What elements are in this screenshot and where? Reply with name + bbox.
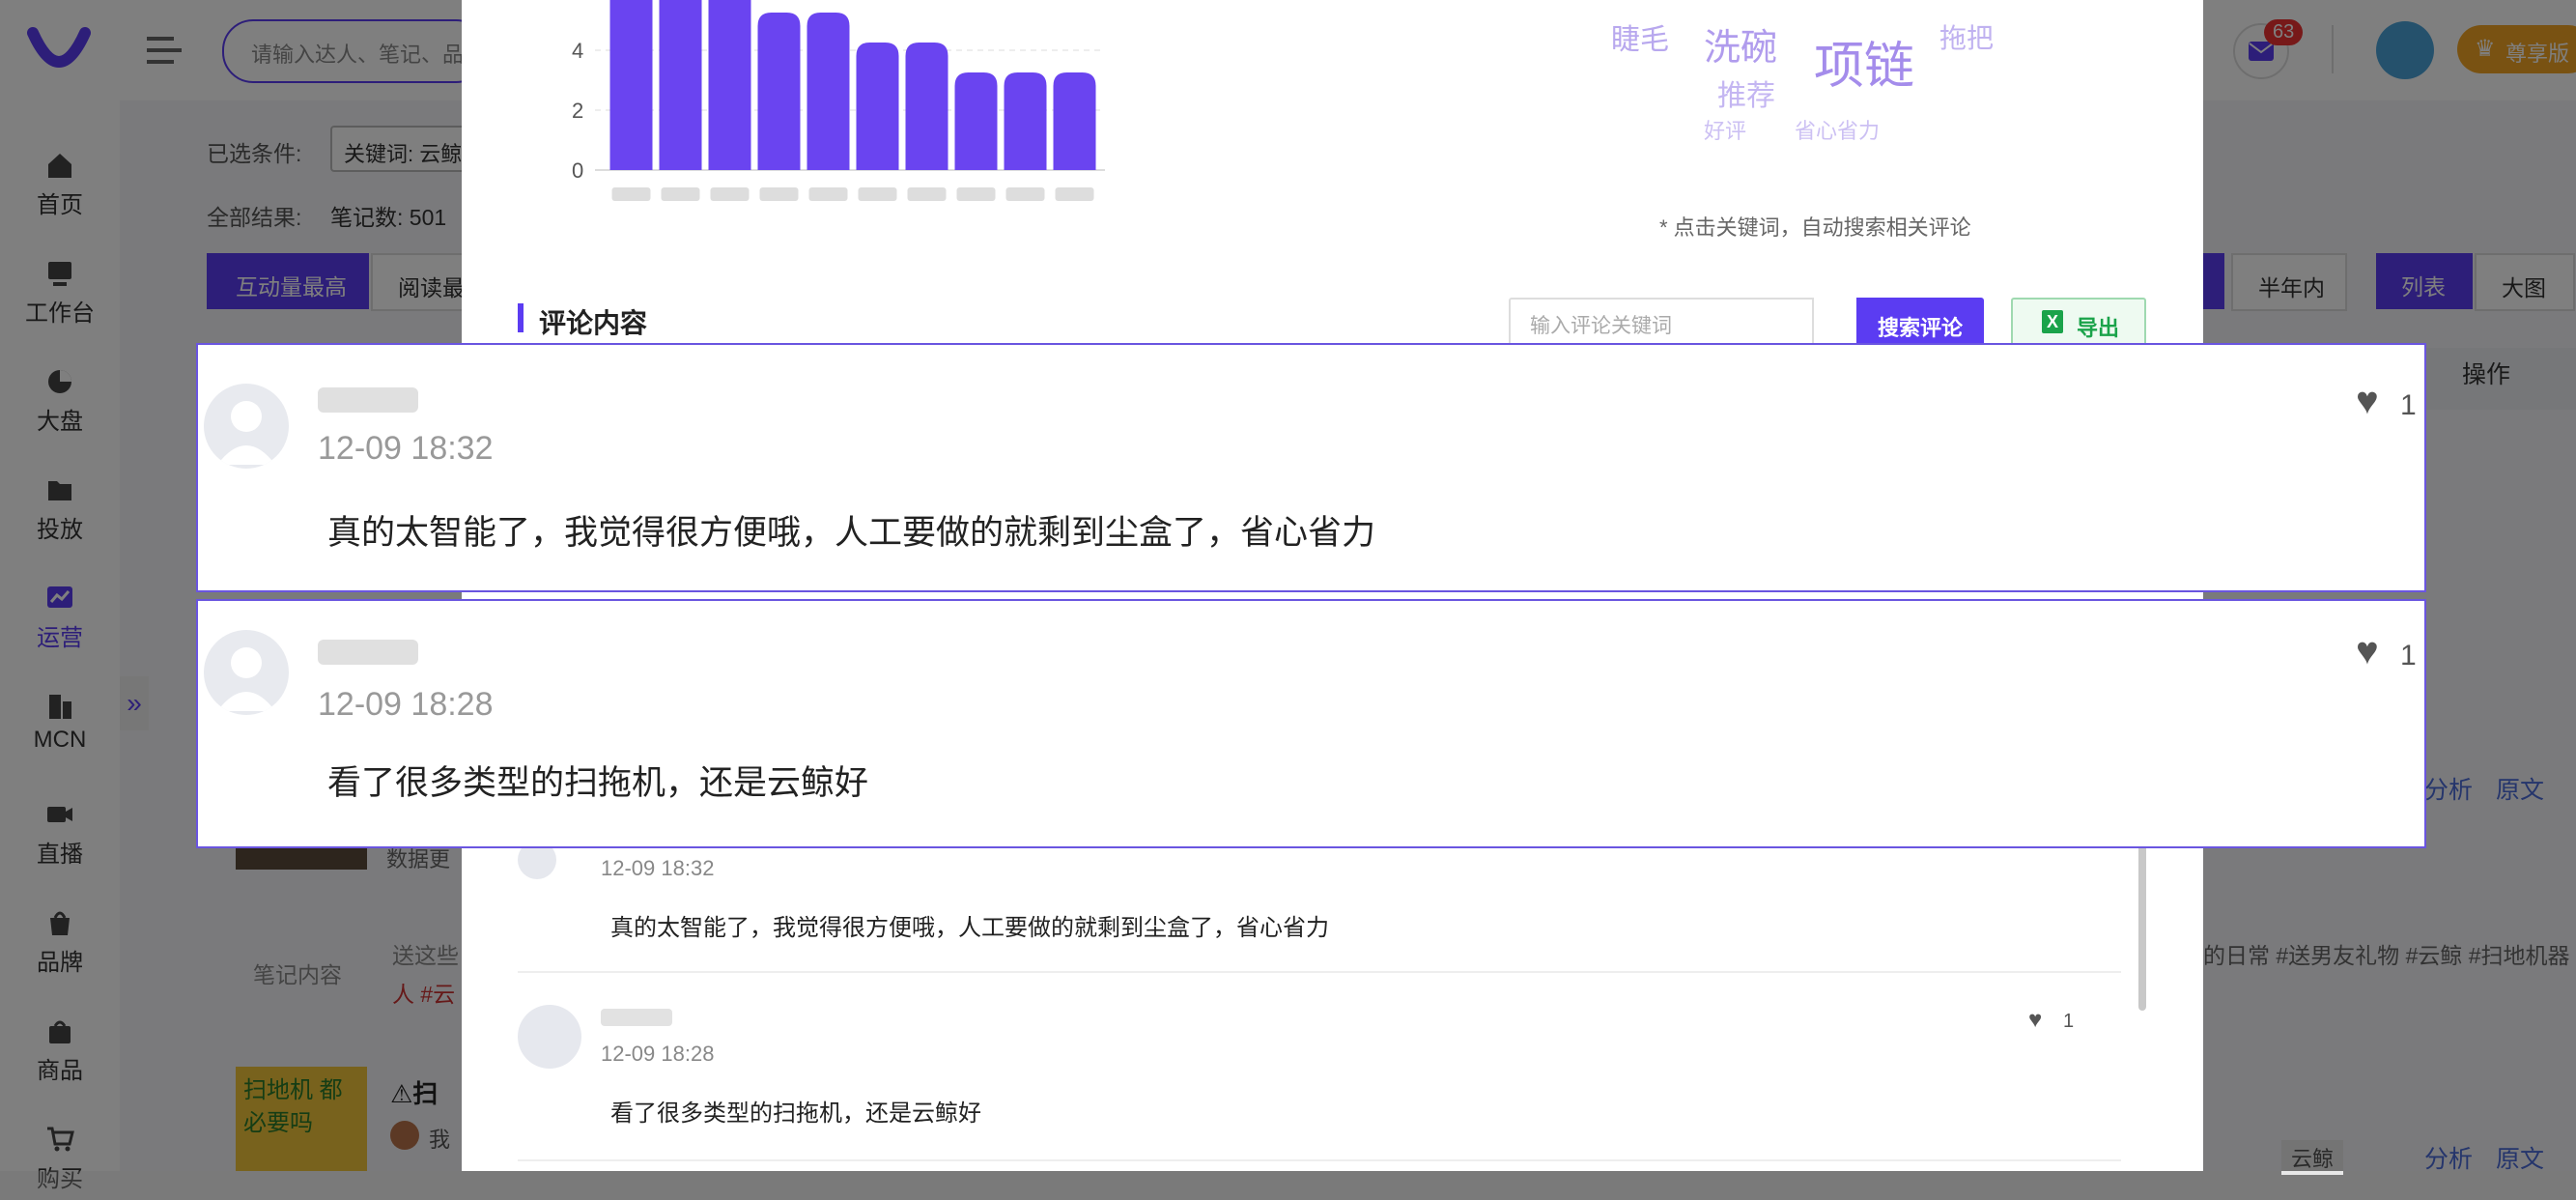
commenter-name-blurred — [601, 1009, 672, 1026]
commenter-avatar — [518, 1005, 581, 1069]
excel-icon: X — [2042, 310, 2063, 333]
comment-scrollbar[interactable] — [2138, 841, 2146, 1011]
comment-search-placeholder: 输入评论关键词 — [1530, 315, 1672, 337]
chart-y-tick-label: 4 — [572, 39, 583, 63]
section-title-bar — [518, 303, 524, 332]
comment-text: 真的太智能了，我觉得很方便哦，人工要做的就剩到尘盒了，省心省力 — [327, 514, 1376, 552]
default-user-icon — [217, 401, 275, 465]
chart-x-label-blurred — [1005, 187, 1045, 201]
like-count: 1 — [2063, 1011, 2075, 1032]
word-cloud-word[interactable]: 拖把 — [1939, 17, 1994, 56]
comment-time: 12-09 18:28 — [318, 686, 494, 723]
chart-x-label-blurred — [611, 187, 651, 201]
commenter-name-blurred — [318, 387, 418, 413]
chart-bar[interactable] — [807, 13, 850, 170]
chart-x-label-blurred — [907, 187, 947, 201]
comment-time: 12-09 18:32 — [318, 430, 494, 467]
heart-icon[interactable]: ♥ — [2356, 380, 2379, 423]
word-cloud-word[interactable]: 洗碗 — [1704, 17, 1777, 71]
heart-icon[interactable]: ♥ — [2028, 1007, 2042, 1034]
chart-bar[interactable] — [905, 43, 948, 170]
comment-text: 看了很多类型的扫拖机，还是云鲸好 — [327, 764, 869, 802]
comment-time: 12-09 18:28 — [601, 1042, 715, 1066]
word-cloud-word[interactable]: 好评 — [1704, 114, 1746, 145]
word-cloud-word[interactable]: 睫毛 — [1611, 15, 1669, 58]
word-cloud-word[interactable]: 省心省力 — [1795, 114, 1880, 145]
commenter-name-blurred — [318, 640, 418, 665]
comment-text: 真的太智能了，我觉得很方便哦，人工要做的就剩到尘盒了，省心省力 — [610, 915, 1329, 941]
chart-x-label-blurred — [808, 187, 848, 201]
chart-bar[interactable] — [757, 13, 801, 170]
comment-text: 看了很多类型的扫拖机，还是云鲸好 — [610, 1100, 981, 1127]
comment-card-zoom-1: 12-09 18:32 真的太智能了，我觉得很方便哦，人工要做的就剩到尘盒了，省… — [196, 343, 2426, 592]
commenter-avatar — [204, 384, 289, 469]
chart-x-label-blurred — [858, 187, 897, 201]
keyword-word-cloud: 睫毛 洗碗 项链 拖把 推荐 省心省力 好评 — [1534, 0, 2075, 155]
default-user-icon — [217, 647, 275, 711]
chart-x-label-blurred — [710, 187, 750, 201]
chart-y-ticks: 0 2 4 — [572, 39, 583, 183]
keyword-bar-chart: 0 2 4 — [572, 0, 1105, 201]
chart-x-labels — [611, 187, 1094, 201]
export-button[interactable]: X 导出 — [2011, 298, 2146, 348]
commenter-avatar — [204, 630, 289, 715]
word-cloud-word[interactable]: 推荐 — [1717, 71, 1775, 114]
comment-list-item: 12-09 18:28 看了很多类型的扫拖机，还是云鲸好 ♥ 1 — [518, 1005, 2121, 1161]
chart-bar[interactable] — [609, 0, 653, 170]
chart-y-tick-label: 2 — [572, 99, 583, 123]
search-comments-label: 搜索评论 — [1878, 316, 1964, 340]
search-comments-button[interactable]: 搜索评论 — [1856, 298, 1984, 348]
chart-bars — [609, 0, 1096, 170]
chart-x-label-blurred — [661, 187, 700, 201]
comments-section-title: 评论内容 — [539, 308, 648, 338]
comment-card-zoom-2: 12-09 18:28 看了很多类型的扫拖机，还是云鲸好 ♥ 1 — [196, 599, 2426, 848]
chart-bar[interactable] — [1004, 72, 1047, 170]
heart-icon[interactable]: ♥ — [2356, 630, 2379, 673]
chart-x-label-blurred — [956, 187, 996, 201]
like-count: 1 — [2400, 640, 2417, 671]
chart-bar[interactable] — [856, 43, 899, 170]
chart-x-label-blurred — [759, 187, 799, 201]
chart-bar[interactable] — [1053, 72, 1096, 170]
word-cloud-word[interactable]: 项链 — [1814, 25, 1914, 98]
comment-time: 12-09 18:32 — [601, 856, 715, 880]
chart-x-label-blurred — [1055, 187, 1094, 201]
comment-list-item: 12-09 18:32 真的太智能了，我觉得很方便哦，人工要做的就剩到尘盒了，省… — [518, 841, 2121, 973]
comment-search-input[interactable]: 输入评论关键词 — [1509, 298, 1814, 348]
word-cloud-hint: * 点击关键词，自动搜索相关评论 — [1659, 215, 1971, 240]
chart-y-tick-label: 0 — [572, 158, 583, 183]
chart-bar[interactable] — [659, 0, 702, 170]
chart-bar[interactable] — [708, 0, 751, 170]
excel-icon-letter: X — [2046, 312, 2058, 331]
export-label: 导出 — [2077, 316, 2120, 340]
like-count: 1 — [2400, 389, 2417, 421]
chart-bar[interactable] — [954, 72, 998, 170]
